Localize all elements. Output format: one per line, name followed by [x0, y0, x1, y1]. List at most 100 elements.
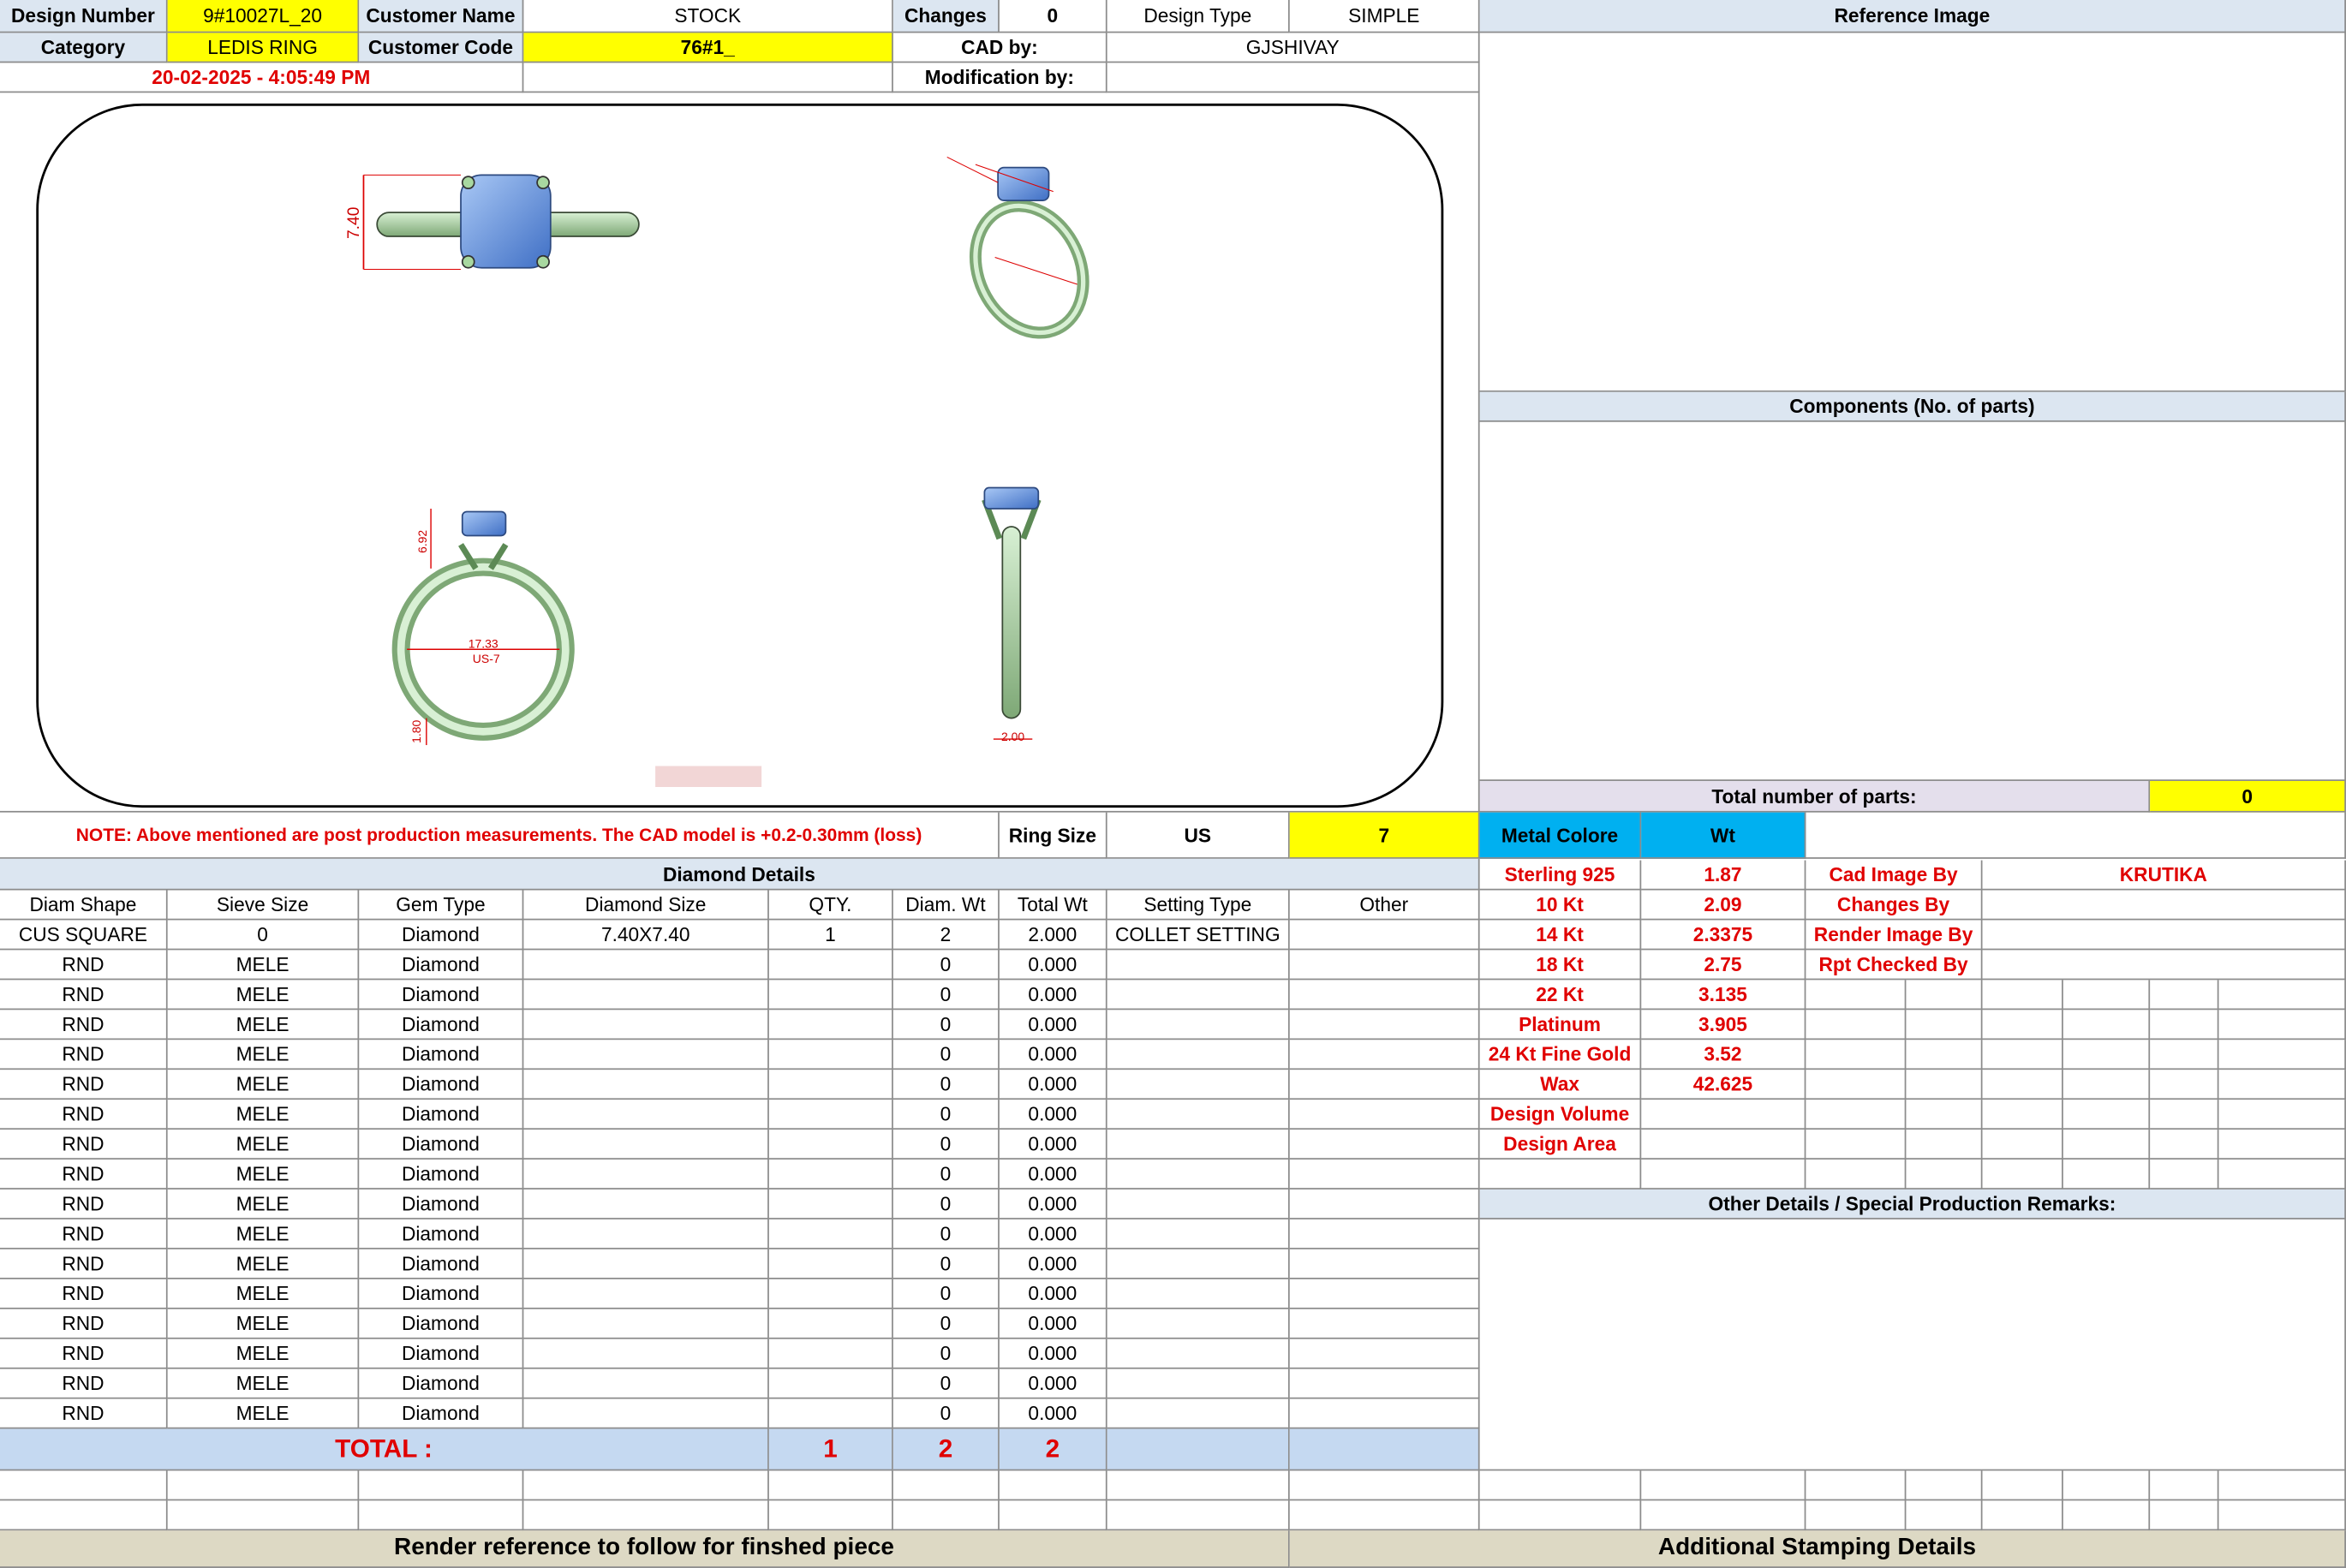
cell-diam-wt[interactable]: 0: [892, 1368, 1000, 1399]
cell-total-wt[interactable]: 0.000: [999, 1398, 1107, 1429]
cell-diamond-size[interactable]: [523, 1279, 769, 1309]
cell-diamond-size[interactable]: [523, 980, 769, 1011]
cell-diamond-size[interactable]: [523, 1398, 769, 1429]
cell-qty[interactable]: [768, 1368, 893, 1399]
cell-qty[interactable]: [768, 950, 893, 981]
cell-setting-type[interactable]: [1107, 1398, 1290, 1429]
cell-diam-wt[interactable]: 0: [892, 1130, 1000, 1160]
cell-sieve-size[interactable]: MELE: [167, 1010, 360, 1040]
cell-setting-type[interactable]: [1107, 1219, 1290, 1249]
cell-setting-type[interactable]: [1107, 980, 1290, 1011]
cell-setting-type[interactable]: [1107, 1309, 1290, 1339]
cell-total-wt[interactable]: 0.000: [999, 1040, 1107, 1070]
cell-diamond-size[interactable]: [523, 1010, 769, 1040]
cell-gem-type[interactable]: Diamond: [359, 1040, 524, 1070]
cell-sieve-size[interactable]: MELE: [167, 1040, 360, 1070]
cell-diamond-size[interactable]: [523, 1189, 769, 1219]
cell-diam-shape[interactable]: RND: [0, 1130, 168, 1160]
cell-diamond-size[interactable]: [523, 1338, 769, 1369]
ring-size-unit[interactable]: US: [1107, 812, 1290, 859]
cell-setting-type[interactable]: [1107, 1368, 1290, 1399]
cell-total-wt[interactable]: 0.000: [999, 1249, 1107, 1279]
cell-setting-type[interactable]: [1107, 1189, 1290, 1219]
modification-by-value[interactable]: [1107, 63, 1480, 93]
cell-total-wt[interactable]: 0.000: [999, 1368, 1107, 1399]
cell-diamond-size[interactable]: [523, 1249, 769, 1279]
metal-wt[interactable]: 3.905: [1641, 1010, 1806, 1040]
cell-qty[interactable]: [768, 1040, 893, 1070]
cell-gem-type[interactable]: Diamond: [359, 1249, 524, 1279]
cell-other[interactable]: [1289, 1309, 1480, 1339]
cell-other[interactable]: [1289, 1279, 1480, 1309]
cell-setting-type[interactable]: [1107, 1130, 1290, 1160]
cell-gem-type[interactable]: Diamond: [359, 1189, 524, 1219]
cell-sieve-size[interactable]: MELE: [167, 1249, 360, 1279]
changes-value[interactable]: 0: [999, 0, 1107, 33]
cell-sieve-size[interactable]: MELE: [167, 1219, 360, 1249]
cell-diam-wt[interactable]: 0: [892, 1398, 1000, 1429]
cell-diam-wt[interactable]: 0: [892, 1160, 1000, 1189]
cell-setting-type[interactable]: [1107, 1040, 1290, 1070]
cell-diam-shape[interactable]: RND: [0, 1100, 168, 1130]
cell-qty[interactable]: [768, 1010, 893, 1040]
cell-sieve-size[interactable]: MELE: [167, 1338, 360, 1369]
cell-other[interactable]: [1289, 1010, 1480, 1040]
cell-diam-wt[interactable]: 0: [892, 1040, 1000, 1070]
cell-diam-wt[interactable]: 0: [892, 1309, 1000, 1339]
cell-sieve-size[interactable]: MELE: [167, 1070, 360, 1100]
metal-wt[interactable]: 42.625: [1641, 1070, 1806, 1100]
total-parts-value[interactable]: 0: [2150, 780, 2346, 813]
design-number-value[interactable]: 9#10027L_20: [167, 0, 360, 33]
cell-sieve-size[interactable]: MELE: [167, 1189, 360, 1219]
cell-gem-type[interactable]: Diamond: [359, 950, 524, 981]
cell-diam-shape[interactable]: RND: [0, 1309, 168, 1339]
cell-total-wt[interactable]: 0.000: [999, 1160, 1107, 1189]
customer-code-value[interactable]: 76#1_: [523, 33, 893, 63]
metal-wt[interactable]: 2.3375: [1641, 920, 1806, 951]
cell-gem-type[interactable]: Diamond: [359, 1130, 524, 1160]
cell-diamond-size[interactable]: 7.40X7.40: [523, 920, 769, 951]
credit-value[interactable]: [1982, 920, 2346, 951]
cell-other[interactable]: [1289, 980, 1480, 1011]
cell-sieve-size[interactable]: MELE: [167, 950, 360, 981]
cell-sieve-size[interactable]: MELE: [167, 1100, 360, 1130]
credit-value[interactable]: [1982, 890, 2346, 921]
cell-total-wt[interactable]: 0.000: [999, 1130, 1107, 1160]
cell-qty[interactable]: [768, 980, 893, 1011]
cell-gem-type[interactable]: Diamond: [359, 1398, 524, 1429]
cell-qty[interactable]: [768, 1130, 893, 1160]
cell-gem-type[interactable]: Diamond: [359, 1160, 524, 1189]
cell-diam-wt[interactable]: 0: [892, 1219, 1000, 1249]
metal-wt[interactable]: 3.52: [1641, 1040, 1806, 1070]
cell-other[interactable]: [1289, 1160, 1480, 1189]
cell-diam-shape[interactable]: RND: [0, 950, 168, 981]
cell-sieve-size[interactable]: 0: [167, 920, 360, 951]
cell-diam-shape[interactable]: RND: [0, 1279, 168, 1309]
cell-setting-type[interactable]: [1107, 1070, 1290, 1100]
customer-name-value[interactable]: STOCK: [523, 0, 893, 33]
cad-by-value[interactable]: GJSHIVAY: [1107, 33, 1480, 63]
cell-gem-type[interactable]: Diamond: [359, 1100, 524, 1130]
cell-sieve-size[interactable]: MELE: [167, 1160, 360, 1189]
cell-diam-shape[interactable]: CUS SQUARE: [0, 920, 168, 951]
cell-diam-shape[interactable]: RND: [0, 1040, 168, 1070]
cell-gem-type[interactable]: Diamond: [359, 920, 524, 951]
cell-diam-shape[interactable]: RND: [0, 1010, 168, 1040]
cell-diam-wt[interactable]: 0: [892, 1100, 1000, 1130]
cell-sieve-size[interactable]: MELE: [167, 980, 360, 1011]
cell-diam-shape[interactable]: RND: [0, 980, 168, 1011]
cell-total-wt[interactable]: 0.000: [999, 1279, 1107, 1309]
cell-diam-wt[interactable]: 2: [892, 920, 1000, 951]
cell-total-wt[interactable]: 0.000: [999, 1219, 1107, 1249]
cell-total-wt[interactable]: 0.000: [999, 950, 1107, 981]
other-details-area[interactable]: [1479, 1219, 2346, 1471]
cell-diam-wt[interactable]: 0: [892, 1249, 1000, 1279]
cell-diamond-size[interactable]: [523, 1219, 769, 1249]
cell-sieve-size[interactable]: MELE: [167, 1368, 360, 1399]
cell-setting-type[interactable]: [1107, 1100, 1290, 1130]
cell-qty[interactable]: [768, 1100, 893, 1130]
cell-qty[interactable]: [768, 1219, 893, 1249]
cell-gem-type[interactable]: Diamond: [359, 980, 524, 1011]
metal-wt[interactable]: 1.87: [1641, 860, 1806, 891]
cell-diam-wt[interactable]: 0: [892, 980, 1000, 1011]
